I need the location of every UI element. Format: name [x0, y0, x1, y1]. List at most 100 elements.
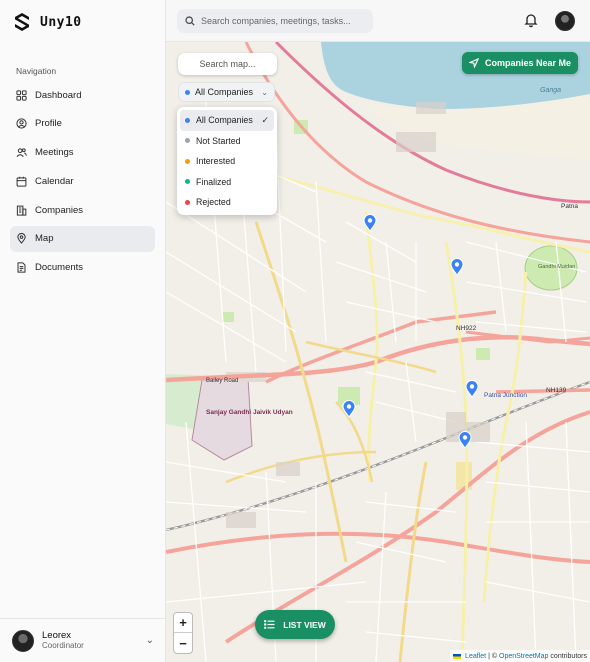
search-input[interactable] [201, 16, 371, 26]
user-menu[interactable]: Leorex Coordinator ⌄ [0, 618, 166, 662]
chevron-down-icon: ⌄ [261, 87, 268, 97]
navigation-icon [468, 58, 479, 68]
filter-option-rejected[interactable]: Rejected [180, 192, 274, 213]
map-pin-icon[interactable] [458, 431, 472, 449]
document-icon [17, 262, 26, 273]
status-dot [185, 158, 190, 164]
sidebar-item-map[interactable]: Map [10, 225, 155, 252]
zoom-control: + − [173, 612, 193, 654]
check-icon: ✓ [261, 114, 269, 125]
chevron-down-icon[interactable]: ⌄ [146, 635, 154, 646]
zoom-in-button[interactable]: + [174, 613, 192, 633]
status-filter-select[interactable]: All Companies ⌄ [178, 82, 275, 102]
sidebar-item-profile[interactable]: Profile [10, 111, 155, 137]
status-dot [185, 117, 190, 123]
filter-option-interested[interactable]: Interested [180, 151, 274, 172]
option-label: Rejected [196, 197, 231, 208]
user-name: Leorex [42, 630, 72, 641]
attribution-sep: | © [488, 652, 497, 660]
road-secondary [225, 450, 377, 484]
status-filter-dropdown: All Companies ✓ Not Started Interested F… [177, 107, 277, 215]
sidebar-item-meetings[interactable]: Meetings [10, 140, 155, 166]
map-pin-icon[interactable] [363, 214, 377, 232]
search-icon [185, 16, 195, 26]
calendar-icon [16, 176, 27, 187]
option-label: Not Started [196, 135, 241, 146]
label-park: Sanjay Gandhi Jaivik Udyan [206, 409, 293, 416]
sidebar-item-label: Calendar [35, 175, 74, 187]
road-secondary [444, 241, 469, 662]
ukraine-flag-icon [453, 653, 462, 659]
avatar[interactable] [555, 11, 575, 31]
sidebar-item-dashboard[interactable]: Dashboard [10, 82, 155, 108]
map-pin-icon[interactable] [465, 380, 479, 398]
park-sanjay-gandhi [191, 377, 253, 461]
avatar [12, 629, 34, 652]
map-pin-icon [17, 233, 26, 245]
app-name: Uny10 [40, 14, 82, 30]
status-dot [185, 199, 190, 205]
label-nh922: NH922 [456, 325, 477, 332]
label-junction: Patna Junction [484, 392, 527, 399]
option-label: All Companies [196, 115, 253, 126]
map-pin-icon[interactable] [450, 258, 464, 276]
osm-link[interactable]: OpenStreetMap [499, 653, 548, 660]
dashboard-icon [16, 89, 27, 101]
sidebar-item-label: Map [35, 233, 54, 245]
sidebar-item-label: Documents [35, 262, 84, 274]
option-label: Finalized [196, 176, 232, 187]
sidebar-item-companies[interactable]: Companies [10, 197, 155, 223]
list-icon [264, 620, 275, 629]
sidebar-item-calendar[interactable]: Calendar [10, 168, 155, 194]
status-dot [185, 179, 190, 185]
option-label: Interested [196, 156, 236, 167]
green-patch [476, 348, 490, 360]
label-gandhi-maidan: Gandhi Maidan [538, 264, 575, 270]
sidebar: Uny10 Navigation Dashboard Profile Meeti… [0, 0, 166, 662]
logo-icon [15, 13, 29, 31]
sidebar-item-label: Profile [35, 118, 62, 130]
map-view[interactable]: Sanjay Gandhi Jaivik Udyan Patna Junctio… [166, 42, 590, 662]
green-patch [222, 312, 234, 322]
sidebar-item-label: Meetings [35, 147, 74, 159]
sidebar-item-label: Companies [35, 204, 84, 216]
zoom-out-button[interactable]: − [174, 633, 192, 653]
map-search[interactable] [178, 53, 277, 75]
user-role: Coordinator [42, 641, 84, 651]
leaflet-link[interactable]: Leaflet [465, 653, 486, 660]
list-view-button[interactable]: LIST VIEW [255, 610, 335, 639]
status-dot [185, 138, 190, 144]
label-river: Ganga [540, 87, 561, 94]
sidebar-item-documents[interactable]: Documents [10, 255, 155, 281]
top-bar [166, 0, 590, 42]
map-search-input[interactable] [187, 59, 268, 69]
label-nh139: NH139 [546, 387, 567, 394]
filter-option-all[interactable]: All Companies ✓ [180, 110, 274, 131]
sidebar-item-label: Dashboard [35, 89, 82, 101]
road-secondary [398, 461, 428, 662]
list-view-label: LIST VIEW [283, 619, 326, 630]
sidebar-nav: Dashboard Profile Meetings Calendar Comp… [10, 82, 155, 284]
filter-selected-label: All Companies [195, 87, 254, 97]
near-me-label: Companies Near Me [484, 58, 572, 68]
global-search[interactable] [177, 9, 373, 33]
attribution-suffix: contributors [550, 652, 587, 660]
nav-heading: Navigation [16, 66, 57, 76]
app-logo[interactable]: Uny10 [12, 11, 82, 33]
profile-icon [16, 118, 27, 129]
map-attribution: Leaflet | © OpenStreetMap contributors [450, 650, 590, 662]
status-dot [185, 89, 190, 95]
label-patna: Patna [561, 203, 578, 210]
label-bailey: Bailey Road [206, 378, 238, 384]
road-diagonal [224, 410, 590, 644]
road-south [166, 531, 590, 564]
companies-near-me-button[interactable]: Companies Near Me [462, 52, 578, 74]
user-info: Leorex Coordinator [42, 630, 146, 651]
road-secondary [255, 170, 590, 254]
road-secondary [364, 211, 379, 483]
filter-option-not-started[interactable]: Not Started [180, 131, 274, 152]
filter-option-finalized[interactable]: Finalized [180, 172, 274, 193]
map-pin-icon[interactable] [342, 400, 356, 418]
bell-icon[interactable] [523, 12, 539, 28]
building-icon [16, 205, 27, 216]
